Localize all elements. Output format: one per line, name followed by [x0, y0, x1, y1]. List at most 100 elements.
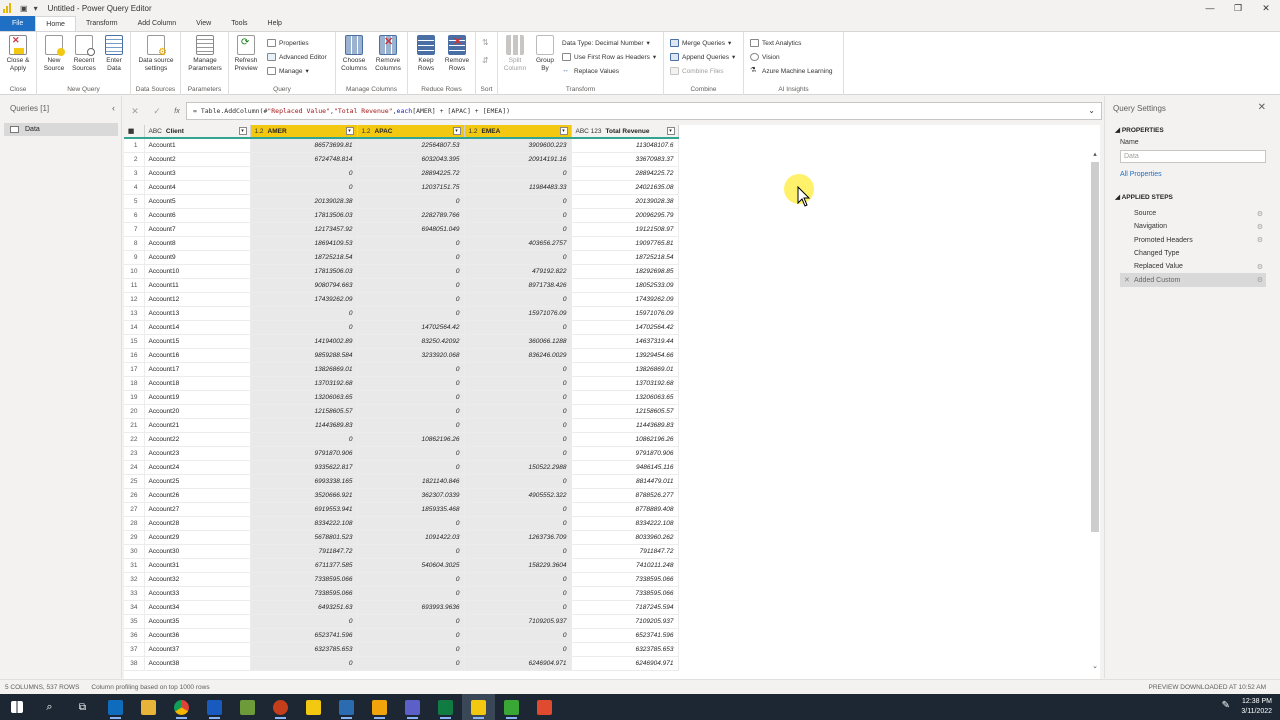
table-cell[interactable]: 0: [357, 264, 465, 279]
table-row[interactable]: 16 Account16 9859288.584 3233920.068 836246.…: [124, 348, 679, 363]
table-cell[interactable]: 362307.0339: [357, 488, 465, 503]
row-number[interactable]: 22: [124, 432, 145, 447]
table-cell[interactable]: 0: [464, 376, 572, 391]
table-row[interactable]: 17 Account17 13826869.01 0 0 13826869.01: [124, 362, 679, 377]
table-row[interactable]: 6 Account6 17813506.03 2282789.766 0 20096295…: [124, 208, 679, 223]
row-number[interactable]: 24: [124, 460, 145, 475]
gear-icon[interactable]: ⚙: [1257, 263, 1263, 271]
taskbar-teams[interactable]: [396, 694, 429, 720]
table-cell[interactable]: 9791870.906: [250, 446, 358, 461]
manage-button[interactable]: Manage ▾: [267, 67, 309, 75]
collapse-queries-chevron-icon[interactable]: ‹: [112, 103, 115, 113]
table-cell[interactable]: 20139028.38: [571, 194, 679, 209]
table-cell[interactable]: Account38: [144, 656, 251, 671]
row-number[interactable]: 30: [124, 544, 145, 559]
table-cell[interactable]: 0: [357, 586, 465, 601]
column-filter-dropdown-icon[interactable]: ▾: [666, 127, 675, 135]
row-number[interactable]: 10: [124, 264, 145, 279]
row-number[interactable]: 20: [124, 404, 145, 419]
table-cell[interactable]: 403656.2757: [464, 236, 572, 251]
tab-add-column[interactable]: Add Column: [128, 16, 187, 31]
table-cell[interactable]: 5678801.523: [250, 530, 358, 545]
table-cell[interactable]: 6711377.585: [250, 558, 358, 573]
table-row[interactable]: 31 Account31 6711377.585 540604.3025 158229.…: [124, 558, 679, 573]
table-cell[interactable]: 17813506.03: [250, 208, 358, 223]
table-cell[interactable]: 0: [464, 642, 572, 657]
table-cell[interactable]: 0: [464, 572, 572, 587]
table-cell[interactable]: 19097765.81: [571, 236, 679, 251]
table-cell[interactable]: Account22: [144, 432, 251, 447]
table-cell[interactable]: 1859335.468: [357, 502, 465, 517]
row-number[interactable]: 33: [124, 586, 145, 601]
step-promoted-headers[interactable]: Promoted Headers ⚙: [1120, 234, 1266, 247]
table-cell[interactable]: Account12: [144, 292, 251, 307]
table-cell[interactable]: 14637319.44: [571, 334, 679, 349]
table-row[interactable]: 7 Account7 12173457.92 6948051.049 0 19121508…: [124, 222, 679, 237]
column-header-total-revenue[interactable]: ABC 123 Total Revenue ▾: [571, 125, 679, 139]
table-cell[interactable]: Account27: [144, 502, 251, 517]
table-cell[interactable]: 9859288.584: [250, 348, 358, 363]
table-cell[interactable]: 150522.2988: [464, 460, 572, 475]
table-cell[interactable]: 0: [357, 376, 465, 391]
table-row[interactable]: 5 Account5 20139028.38 0 0 20139028.38: [124, 194, 679, 209]
row-number[interactable]: 32: [124, 572, 145, 587]
table-cell[interactable]: 13826869.01: [250, 362, 358, 377]
table-row[interactable]: 32 Account32 7338595.066 0 0 7338595.066: [124, 572, 679, 587]
table-cell[interactable]: 1263736.709: [464, 530, 572, 545]
table-cell[interactable]: 3233920.068: [357, 348, 465, 363]
tab-tools[interactable]: Tools: [221, 16, 257, 31]
table-cell[interactable]: 0: [464, 404, 572, 419]
table-cell[interactable]: 6246904.971: [571, 656, 679, 671]
table-cell[interactable]: 0: [357, 418, 465, 433]
table-cell[interactable]: Account2: [144, 152, 251, 167]
step-changed-type[interactable]: Changed Type: [1120, 247, 1266, 260]
expand-formula-chevron-icon[interactable]: ⌄: [1088, 106, 1095, 115]
row-number[interactable]: 8: [124, 236, 145, 251]
table-cell[interactable]: 0: [464, 432, 572, 447]
table-row[interactable]: 12 Account12 17439262.09 0 0 17439262.09: [124, 292, 679, 307]
table-row[interactable]: 27 Account27 6919553.941 1859335.468 0 877888…: [124, 502, 679, 517]
row-number[interactable]: 36: [124, 628, 145, 643]
table-row[interactable]: 25 Account25 6993338.165 1821140.846 0 881447…: [124, 474, 679, 489]
table-cell[interactable]: 19121508.97: [571, 222, 679, 237]
table-row[interactable]: 35 Account35 0 0 7109205.937 7109205.937: [124, 614, 679, 629]
column-filter-dropdown-icon[interactable]: ▾: [452, 127, 461, 135]
table-cell[interactable]: 0: [250, 432, 358, 447]
gear-icon[interactable]: ⚙: [1257, 236, 1263, 244]
table-cell[interactable]: 158229.3604: [464, 558, 572, 573]
taskbar-file-explorer[interactable]: [132, 694, 165, 720]
table-cell[interactable]: Account21: [144, 418, 251, 433]
table-cell[interactable]: Account23: [144, 446, 251, 461]
gear-icon[interactable]: ⚙: [1257, 210, 1263, 218]
column-header-client[interactable]: ABC Client ▾: [144, 125, 251, 139]
table-cell[interactable]: 6493251.63: [250, 600, 358, 615]
delete-step-icon[interactable]: ✕: [1124, 276, 1130, 284]
use-first-row-button[interactable]: Use First Row as Headers ▾: [562, 53, 656, 61]
table-cell[interactable]: 0: [464, 502, 572, 517]
table-cell[interactable]: Account17: [144, 362, 251, 377]
row-number[interactable]: 38: [124, 656, 145, 671]
table-cell[interactable]: 693993.9636: [357, 600, 465, 615]
table-cell[interactable]: 0: [357, 390, 465, 405]
table-cell[interactable]: 0: [250, 306, 358, 321]
gear-icon[interactable]: ⚙: [1257, 223, 1263, 231]
table-cell[interactable]: 0: [464, 362, 572, 377]
table-cell[interactable]: 2282789.766: [357, 208, 465, 223]
table-cell[interactable]: 0: [250, 656, 358, 671]
table-row[interactable]: 15 Account15 14194002.89 83250.42092 360066.…: [124, 334, 679, 349]
table-cell[interactable]: 8033960.262: [571, 530, 679, 545]
table-cell[interactable]: 0: [357, 404, 465, 419]
row-number[interactable]: 35: [124, 614, 145, 629]
start-button[interactable]: [0, 694, 33, 720]
taskbar-app-4[interactable]: [363, 694, 396, 720]
table-cell[interactable]: 13206063.65: [571, 390, 679, 405]
sort-ascending-icon[interactable]: ⇅: [482, 38, 489, 47]
table-cell[interactable]: 0: [357, 250, 465, 265]
table-cell[interactable]: 20096295.79: [571, 208, 679, 223]
table-cell[interactable]: 7338595.066: [250, 572, 358, 587]
row-number[interactable]: 34: [124, 600, 145, 615]
table-cell[interactable]: 7338595.066: [571, 572, 679, 587]
table-cell[interactable]: 6919553.941: [250, 502, 358, 517]
table-cell[interactable]: 28894225.72: [571, 166, 679, 181]
choose-columns-button[interactable]: Choose Columns: [339, 35, 369, 73]
